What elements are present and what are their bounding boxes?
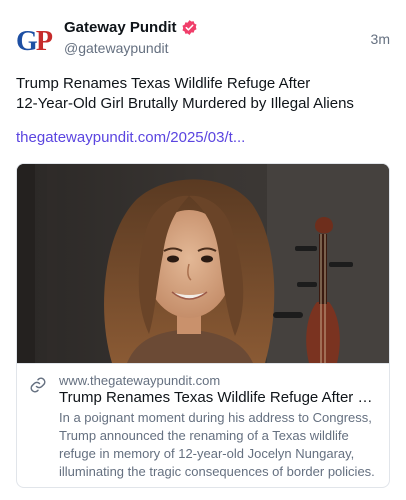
card-domain: www.thegatewaypundit.com <box>59 373 221 388</box>
author-name-text[interactable]: Gateway Pundit <box>64 19 177 36</box>
post-text-line: Trump Renames Texas Wildlife Refuge Afte… <box>16 75 311 92</box>
post-link[interactable]: thegatewaypundit.com/2025/03/t... <box>16 129 245 146</box>
photo-of-girl-with-cello <box>17 164 389 363</box>
author-handle[interactable]: @gatewaypundit <box>64 40 169 56</box>
link-preview-card[interactable]: www.thegatewaypundit.com Trump Renames T… <box>16 163 390 488</box>
post-text-line: 12-Year-Old Girl Brutally Murdered by Il… <box>16 95 354 112</box>
author-display-name[interactable]: Gateway Pundit <box>64 19 198 36</box>
card-description: In a poignant moment during his address … <box>59 410 375 479</box>
post: GP Gateway Pundit @gatewaypundit 3m Trum… <box>0 0 406 500</box>
post-timestamp[interactable]: 3m <box>371 31 390 47</box>
verified-badge-icon <box>182 20 197 35</box>
link-icon <box>30 377 46 393</box>
card-body[interactable]: www.thegatewaypundit.com Trump Renames T… <box>17 363 389 487</box>
avatar[interactable]: GP <box>14 22 54 62</box>
gateway-pundit-logo: GP <box>16 26 53 57</box>
card-title[interactable]: Trump Renames Texas Wildlife Refuge Afte… <box>59 389 379 406</box>
card-image[interactable] <box>17 164 389 363</box>
post-text: Trump Renames Texas Wildlife Refuge Afte… <box>16 74 396 114</box>
